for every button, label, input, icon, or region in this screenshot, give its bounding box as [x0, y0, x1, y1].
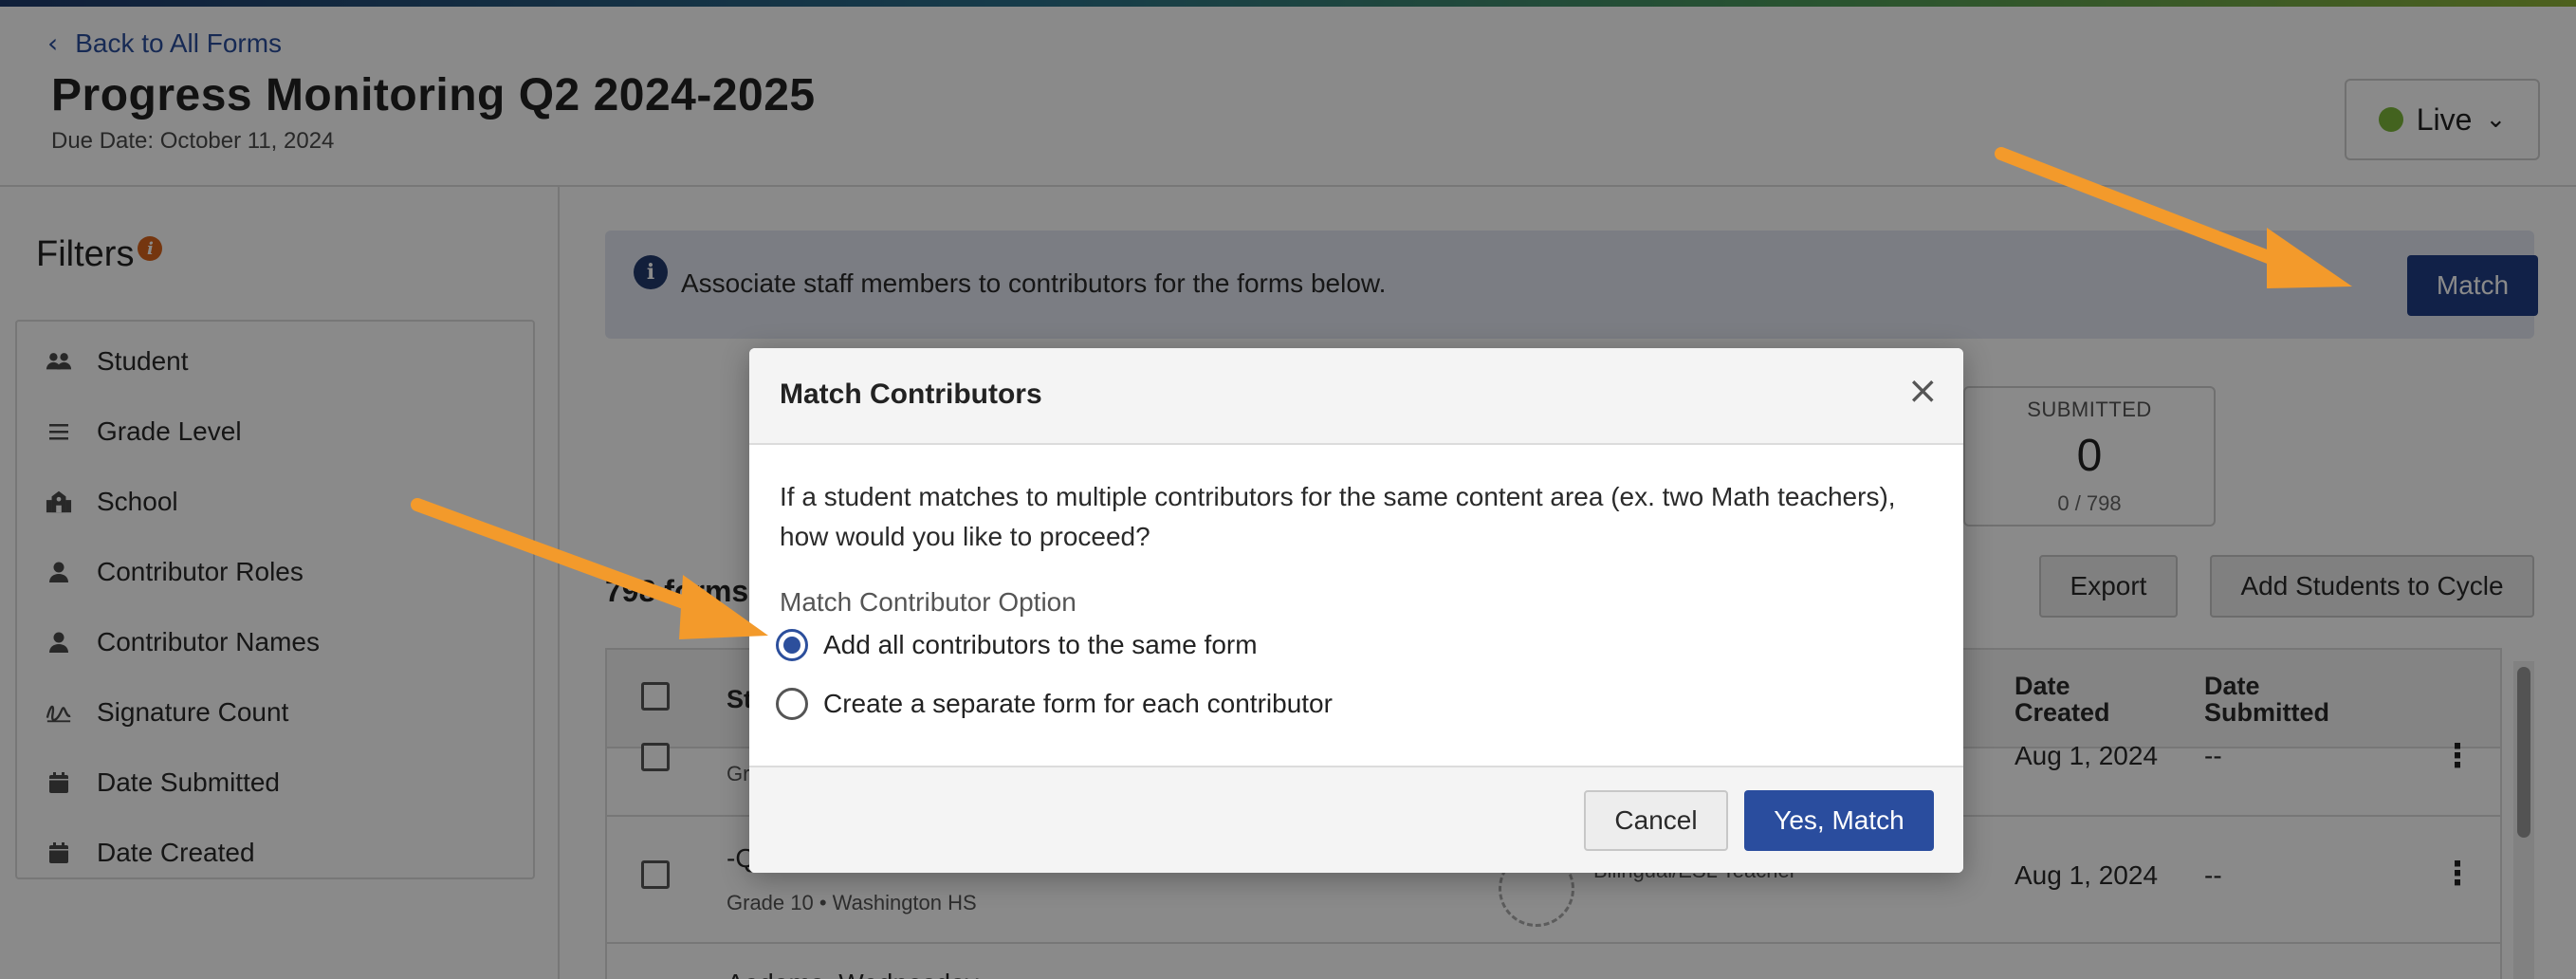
option-label: Add all contributors to the same form — [823, 630, 1258, 659]
option-same-form[interactable]: Add all contributors to the same form — [776, 629, 1258, 661]
modal-header: Match Contributors × — [749, 348, 1963, 445]
confirm-match-button[interactable]: Yes, Match — [1744, 790, 1934, 851]
option-label: Create a separate form for each contribu… — [823, 689, 1333, 718]
modal-description: If a student matches to multiple contrib… — [780, 482, 1896, 551]
option-separate-form[interactable]: Create a separate form for each contribu… — [776, 688, 1333, 720]
modal-footer: Cancel Yes, Match — [749, 766, 1963, 873]
close-icon[interactable]: × — [1906, 369, 1939, 413]
modal-title: Match Contributors — [780, 379, 1042, 410]
option-group-label: Match Contributor Option — [780, 587, 1076, 617]
cancel-button[interactable]: Cancel — [1584, 790, 1728, 851]
radio-button[interactable] — [776, 688, 808, 720]
match-contributors-modal: Match Contributors × If a student matche… — [749, 348, 1963, 873]
radio-button-selected[interactable] — [776, 629, 808, 661]
